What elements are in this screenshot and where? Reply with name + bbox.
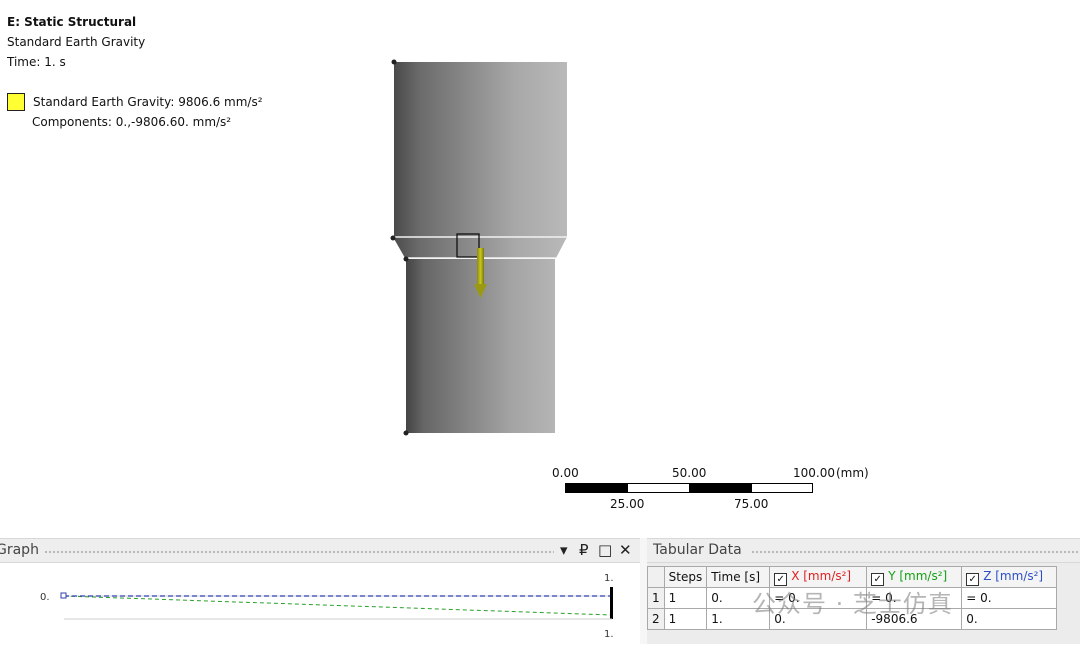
- scale-label-50: 50.00: [672, 466, 707, 480]
- cell-steps[interactable]: 1: [663, 587, 708, 609]
- close-icon[interactable]: ✕: [619, 541, 632, 559]
- graph-plot[interactable]: 0. 1. 1.: [0, 563, 640, 644]
- graph-panel-header[interactable]: Graph ▾ ₽ □ ✕: [0, 538, 640, 563]
- scale-bar: 0.00 50.00 100.00 (mm) 25.00 75.00: [548, 466, 878, 516]
- graph-series-y: [63, 595, 613, 616]
- model-viewport[interactable]: [0, 0, 1080, 534]
- scale-segment-4: [751, 483, 813, 493]
- scale-label-100: 100.00: [793, 466, 835, 480]
- col-steps[interactable]: Steps: [663, 566, 708, 588]
- scale-segment-2: [627, 483, 690, 493]
- col-y-label: Y [mm/s²]: [888, 568, 948, 583]
- pin-icon[interactable]: ₽: [579, 541, 589, 559]
- col-x-label: X [mm/s²]: [791, 568, 852, 583]
- corner-cell: [647, 566, 665, 588]
- graph-panel-title: Graph: [0, 542, 39, 558]
- chevron-down-icon[interactable]: ▾: [560, 541, 568, 559]
- graph-time-cursor[interactable]: [610, 587, 613, 619]
- graph-x-label-top: 1.: [604, 573, 614, 584]
- upper-cylinder-body[interactable]: [394, 62, 567, 237]
- scale-unit: (mm): [836, 466, 869, 480]
- graph-y-label: 0.: [40, 592, 50, 603]
- checkbox-checked-icon[interactable]: ✓: [966, 572, 980, 586]
- scale-label-75: 75.00: [734, 497, 769, 511]
- scale-label-0: 0.00: [552, 466, 579, 480]
- scale-label-25: 25.00: [610, 497, 645, 511]
- maximize-icon[interactable]: □: [598, 541, 612, 559]
- cell-z[interactable]: = 0.: [961, 587, 1058, 609]
- col-z-label: Z [mm/s²]: [983, 568, 1044, 583]
- scale-segment-1: [565, 483, 628, 493]
- row-number: 1: [647, 587, 665, 609]
- tabular-drag-grip[interactable]: [751, 550, 1080, 554]
- row-number: 2: [647, 608, 665, 630]
- panel-splitter[interactable]: [640, 538, 647, 644]
- graph-drag-grip[interactable]: [44, 550, 554, 554]
- watermark-text: 公众号 · 芝士仿真: [752, 590, 953, 618]
- cell-z[interactable]: 0.: [961, 608, 1058, 630]
- tabular-panel-header[interactable]: Tabular Data: [647, 538, 1080, 563]
- scale-segment-3: [689, 483, 752, 493]
- graph-x-label-bottom: 1.: [604, 629, 614, 640]
- graph-plot-area[interactable]: 0. 1. 1.: [0, 563, 640, 644]
- graph-start-marker: [60, 592, 67, 599]
- tabular-panel-title: Tabular Data: [653, 542, 742, 558]
- col-z[interactable]: ✓ Z [mm/s²]: [961, 566, 1058, 588]
- cell-steps[interactable]: 1: [663, 608, 708, 630]
